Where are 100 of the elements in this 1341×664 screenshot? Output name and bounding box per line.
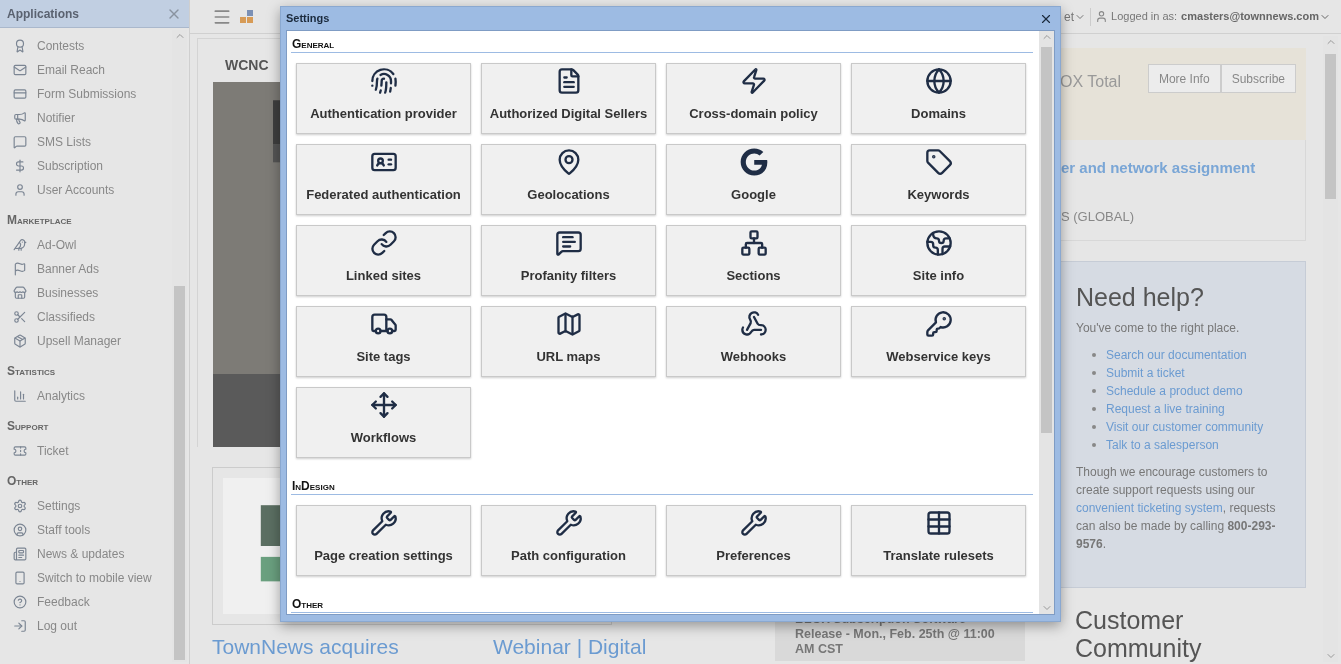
user-menu[interactable]: cmasters@townnews.com bbox=[1181, 8, 1331, 25]
phone-icon bbox=[13, 571, 27, 585]
settings-tile[interactable]: URL maps bbox=[481, 306, 656, 377]
settings-tile[interactable]: Sections bbox=[666, 225, 841, 296]
help-link[interactable]: Visit our customer community bbox=[1106, 418, 1264, 436]
sidebar-item[interactable]: Subscription bbox=[0, 154, 172, 178]
settings-tile[interactable]: Workflows bbox=[296, 387, 471, 458]
bullet-icon bbox=[1092, 389, 1096, 393]
settings-tile[interactable]: Google bbox=[666, 144, 841, 215]
settings-tile[interactable]: Federated authentication bbox=[296, 144, 471, 215]
mail-icon bbox=[13, 63, 27, 77]
logo-icon bbox=[240, 9, 254, 24]
sidebar-item[interactable]: Contests bbox=[0, 34, 172, 58]
sidebar-item[interactable]: Ad-Owl bbox=[0, 233, 172, 257]
ticketing-link[interactable]: convenient ticketing system bbox=[1076, 501, 1223, 515]
sidebar-item[interactable]: Classifieds bbox=[0, 305, 172, 329]
newspaper-icon bbox=[13, 547, 27, 561]
scrollbar-thumb[interactable] bbox=[1325, 54, 1336, 199]
sidebar-item[interactable]: Upsell Manager bbox=[0, 329, 172, 353]
sidebar-item[interactable]: Form Submissions bbox=[0, 82, 172, 106]
webhook-icon bbox=[739, 309, 768, 338]
arrows-icon bbox=[369, 390, 398, 419]
package-icon bbox=[13, 334, 27, 348]
hierarchy-icon bbox=[739, 228, 768, 257]
bullet-icon bbox=[1092, 371, 1096, 375]
help-link[interactable]: Request a live training bbox=[1106, 400, 1225, 418]
sidebar-item[interactable]: Businesses bbox=[0, 281, 172, 305]
key-icon bbox=[924, 309, 953, 338]
account-menu[interactable]: et bbox=[1064, 7, 1087, 26]
sidebar-item[interactable]: Notifier bbox=[0, 106, 172, 130]
fingerprint-icon bbox=[369, 66, 398, 95]
message-icon bbox=[554, 228, 583, 257]
megaphone-icon bbox=[13, 111, 27, 125]
ticket-icon bbox=[13, 444, 27, 458]
settings-tile[interactable]: Domains bbox=[851, 63, 1026, 134]
settings-tile[interactable]: Preferences bbox=[666, 505, 841, 576]
help-link[interactable]: Search our documentation bbox=[1106, 346, 1247, 364]
settings-tile[interactable]: Cross-domain policy bbox=[666, 63, 841, 134]
google-icon bbox=[739, 147, 768, 176]
store-icon bbox=[13, 286, 27, 300]
article-title[interactable]: Webinar | Digital bbox=[493, 625, 775, 663]
dollar-icon bbox=[13, 159, 27, 173]
help-link[interactable]: Submit a ticket bbox=[1106, 364, 1185, 382]
sidebar-item[interactable]: Analytics bbox=[0, 384, 172, 408]
help-link[interactable]: Schedule a product demo bbox=[1106, 382, 1243, 400]
sidebar-item[interactable]: Feedback bbox=[0, 590, 172, 614]
sidebar-item[interactable]: SMS Lists bbox=[0, 130, 172, 154]
settings-tile[interactable]: Page creation settings bbox=[296, 505, 471, 576]
promo-button[interactable]: Subscribe bbox=[1220, 64, 1296, 93]
globe-icon bbox=[924, 228, 953, 257]
help-icon bbox=[13, 595, 27, 609]
settings-tile[interactable]: Site tags bbox=[296, 306, 471, 377]
sidebar-heading: Other bbox=[6, 473, 40, 490]
settings-icon bbox=[13, 499, 27, 513]
settings-tile[interactable]: Webservice keys bbox=[851, 306, 1026, 377]
dialog-title: Settings bbox=[286, 11, 330, 27]
sidebar-item[interactable]: News & updates bbox=[0, 542, 172, 566]
sidebar-item[interactable]: Banner Ads bbox=[0, 257, 172, 281]
link-icon bbox=[369, 228, 398, 257]
user-icon bbox=[13, 183, 27, 197]
wrench-icon bbox=[369, 508, 398, 537]
settings-tile[interactable]: Path configuration bbox=[481, 505, 656, 576]
assignment-link[interactable]: er and network assignment bbox=[1061, 157, 1305, 180]
sidebar-item[interactable]: Staff tools bbox=[0, 518, 172, 542]
settings-tile[interactable]: Site info bbox=[851, 225, 1026, 296]
scrollbar-thumb[interactable] bbox=[174, 286, 185, 660]
sidebar-heading: Statistics bbox=[6, 363, 57, 380]
sidebar-item[interactable]: Switch to mobile view bbox=[0, 566, 172, 590]
help-intro: You've come to the right place. bbox=[1076, 320, 1241, 337]
sidebar-item[interactable]: Settings bbox=[0, 494, 172, 518]
globe-icon bbox=[924, 66, 953, 95]
settings-tile[interactable]: Profanity filters bbox=[481, 225, 656, 296]
settings-tile[interactable]: Authorized Digital Sellers bbox=[481, 63, 656, 134]
award-icon bbox=[13, 39, 27, 53]
settings-tile[interactable]: Keywords bbox=[851, 144, 1026, 215]
sidebar-item[interactable]: Email Reach bbox=[0, 58, 172, 82]
article-title[interactable]: TownNews acquires bbox=[212, 625, 493, 663]
promo-title: OX Total bbox=[1060, 72, 1122, 92]
settings-tile[interactable]: Authentication provider bbox=[296, 63, 471, 134]
settings-tile[interactable]: Linked sites bbox=[296, 225, 471, 296]
scrollbar[interactable] bbox=[1039, 31, 1054, 614]
section-heading: General bbox=[291, 37, 1033, 53]
scrollbar-thumb[interactable] bbox=[1041, 47, 1052, 433]
promo-button[interactable]: More Info bbox=[1147, 64, 1221, 93]
sidebar-item[interactable]: Log out bbox=[0, 614, 172, 638]
tag-icon bbox=[924, 147, 953, 176]
help-text: Though we encourage customers to create support requests using our convenient ticketing system, requests can also be made by calling 800-293-9576. bbox=[1076, 464, 1277, 553]
settings-tile[interactable]: Translate rulesets bbox=[851, 505, 1026, 576]
community-title: Customer Community bbox=[1074, 606, 1203, 662]
bullet-icon bbox=[1092, 353, 1096, 357]
sidebar-item[interactable]: User Accounts bbox=[0, 178, 172, 202]
settings-tile[interactable]: Webhooks bbox=[666, 306, 841, 377]
section-heading: InDesign bbox=[291, 479, 1033, 495]
user-icon bbox=[13, 523, 27, 537]
settings-tile[interactable]: Geolocations bbox=[481, 144, 656, 215]
sidebar-item[interactable]: Ticket bbox=[0, 439, 172, 463]
scissors-icon bbox=[13, 310, 27, 324]
sidebar-heading: Support bbox=[6, 418, 50, 435]
bird-icon bbox=[13, 238, 27, 252]
help-link[interactable]: Talk to a salesperson bbox=[1106, 436, 1219, 454]
